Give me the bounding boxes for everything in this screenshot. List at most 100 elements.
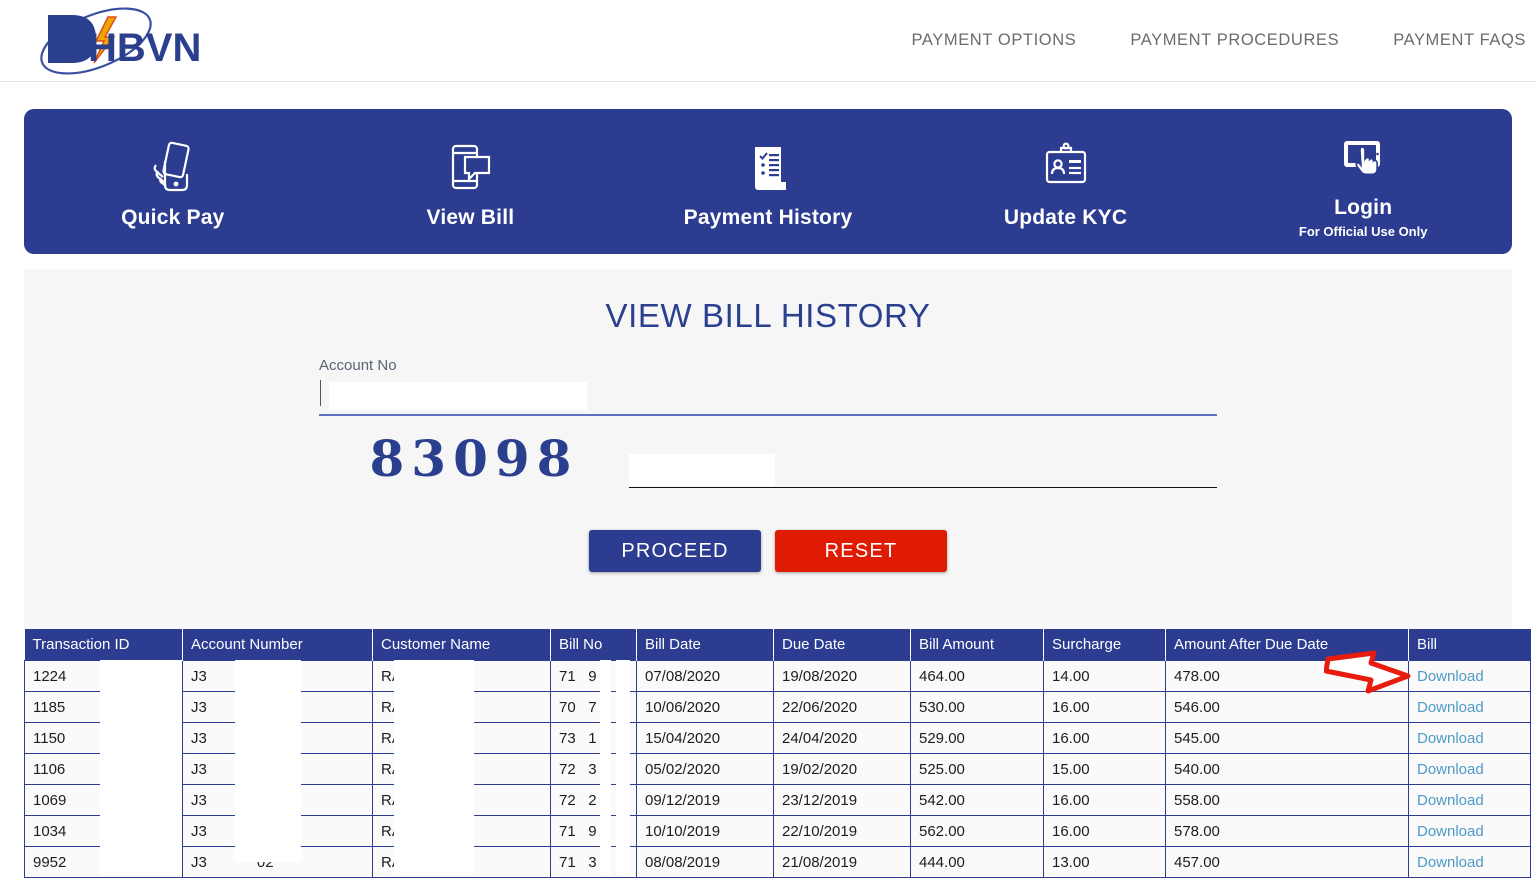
account-no-input[interactable] (319, 380, 1217, 416)
download-link[interactable]: Download (1417, 730, 1484, 747)
cell-bill-date: 15/04/2020 (636, 722, 774, 754)
bill-history-table-container: Transaction ID Account Number Customer N… (24, 629, 1531, 878)
svg-text:HBVN: HBVN (88, 26, 201, 70)
cell-value-suffix: 02 (256, 760, 274, 778)
proceed-button[interactable]: PROCEED (589, 530, 761, 572)
cell-account-number: J3 02 (182, 691, 373, 723)
dhbvn-logo[interactable]: HBVN (20, 1, 240, 81)
cell-transaction-id: 1224 (24, 660, 183, 692)
cell-bill-no: 73 1 (550, 722, 637, 754)
cell-value-masked (576, 823, 589, 840)
download-link[interactable]: Download (1417, 668, 1484, 685)
table-header: Transaction ID Account Number Customer N… (24, 629, 1531, 661)
cell-bill-download: Download (1408, 846, 1531, 878)
cell-bill-no: 70 7 (550, 691, 637, 723)
cell-value-masked (576, 699, 589, 716)
cell-value-masked (207, 668, 257, 685)
cell-bill-amount: 444.00 (910, 846, 1044, 878)
cell-amount-after-due: 558.00 (1165, 784, 1409, 816)
cell-value-suffix: 3 (588, 853, 597, 871)
cell-amount-after-due: 546.00 (1165, 691, 1409, 723)
download-link[interactable]: Download (1417, 699, 1484, 716)
cell-bill-download: Download (1408, 660, 1531, 692)
cell-amount-after-due: 540.00 (1165, 753, 1409, 785)
primary-navigation: PAYMENT OPTIONS PAYMENT PROCEDURES PAYME… (884, 21, 1536, 60)
table-row: 1224 J3 02 RA 71 9 07/08/2020 19/08/2020 464.0… (24, 660, 1531, 692)
cell-value-masked (576, 730, 589, 747)
table-row: 1185 J3 02 RA 70 7 10/06/2020 22/06/2020 530.0… (24, 691, 1531, 723)
cell-value-suffix: 2 (588, 791, 597, 809)
cell-surcharge: 16.00 (1043, 722, 1166, 754)
hand-holding-phone-icon (152, 140, 194, 194)
nav-payment-procedures[interactable]: PAYMENT PROCEDURES (1103, 21, 1366, 60)
service-payment-history[interactable]: Payment History (619, 109, 917, 254)
cell-value-prefix: 72 (559, 760, 576, 778)
cell-account-number: J3 02 (182, 815, 373, 847)
col-bill-date: Bill Date (636, 629, 774, 661)
cell-bill-download: Download (1408, 691, 1531, 723)
download-link[interactable]: Download (1417, 823, 1484, 840)
cell-value-suffix: 02 (256, 667, 274, 685)
cell-value-prefix: 72 (559, 791, 576, 809)
service-login[interactable]: Login For Official Use Only (1214, 109, 1512, 254)
service-sublabel: For Official Use Only (1298, 224, 1428, 239)
cell-bill-no: 71 9 (550, 660, 637, 692)
captcha-input[interactable] (629, 454, 1217, 488)
service-update-kyc[interactable]: Update KYC (917, 109, 1215, 254)
page-title: VIEW BILL HISTORY (605, 297, 931, 334)
download-link[interactable]: Download (1417, 854, 1484, 871)
col-transaction-id: Transaction ID (24, 629, 183, 661)
phone-message-icon (447, 140, 493, 194)
service-view-bill[interactable]: View Bill (322, 109, 620, 254)
cell-value-masked (207, 761, 257, 778)
cell-due-date: 21/08/2019 (773, 846, 911, 878)
cell-bill-date: 10/06/2020 (636, 691, 774, 723)
table-row: 9952 J3 02 RA 71 3 08/08/2019 21/08/2019 444.0… (24, 846, 1531, 878)
service-quick-pay[interactable]: Quick Pay (24, 109, 322, 254)
cell-account-number: J3 02 (182, 846, 373, 878)
download-link[interactable]: Download (1417, 761, 1484, 778)
cell-value-suffix: 9 (588, 822, 597, 840)
cell-account-number: J3 02 (182, 753, 373, 785)
cell-surcharge: 16.00 (1043, 691, 1166, 723)
cell-amount-after-due: 478.00 (1165, 660, 1409, 692)
service-label: View Bill (426, 205, 515, 229)
cell-bill-amount: 530.00 (910, 691, 1044, 723)
cell-transaction-id: 9952 (24, 846, 183, 878)
account-no-label: Account No (319, 357, 397, 374)
table-row: 1150 J3 02 RA 73 1 15/04/2020 24/04/2020 529.0… (24, 722, 1531, 754)
cell-transaction-id: 1069 (24, 784, 183, 816)
service-label: Login (1334, 196, 1393, 219)
cell-amount-after-due: 578.00 (1165, 815, 1409, 847)
nav-payment-faqs[interactable]: PAYMENT FAQS (1366, 21, 1536, 60)
cell-value-masked (207, 730, 257, 747)
cell-value-suffix: 1 (588, 729, 597, 747)
cell-customer-name: RA (372, 846, 551, 878)
nav-payment-options[interactable]: PAYMENT OPTIONS (884, 21, 1103, 60)
id-card-clipboard-icon (1041, 140, 1091, 194)
form-actions: PROCEED RESET (319, 530, 1217, 602)
service-label: Update KYC (1003, 205, 1128, 229)
cell-transaction-id: 1185 (24, 691, 183, 723)
cell-customer-name: RA (372, 660, 551, 692)
cell-bill-date: 10/10/2019 (636, 815, 774, 847)
cell-surcharge: 16.00 (1043, 815, 1166, 847)
cell-account-number: J3 02 (182, 722, 373, 754)
cell-due-date: 22/10/2019 (773, 815, 911, 847)
cell-customer-name: RA (372, 691, 551, 723)
cell-bill-amount: 562.00 (910, 815, 1044, 847)
cell-value-prefix: 73 (559, 729, 576, 747)
cell-value-masked (576, 668, 589, 685)
cell-bill-download: Download (1408, 722, 1531, 754)
cell-transaction-id: 1150 (24, 722, 183, 754)
cell-value-suffix: 02 (256, 698, 274, 716)
reset-button[interactable]: RESET (775, 530, 947, 572)
cell-bill-download: Download (1408, 753, 1531, 785)
bill-history-panel: VIEW BILL HISTORY Account No 83098 PROCE… (24, 269, 1512, 629)
download-link[interactable]: Download (1417, 792, 1484, 809)
cell-bill-date: 07/08/2020 (636, 660, 774, 692)
cell-bill-date: 09/12/2019 (636, 784, 774, 816)
cell-bill-date: 05/02/2020 (636, 753, 774, 785)
cell-bill-amount: 525.00 (910, 753, 1044, 785)
cell-value-prefix: J3 (191, 822, 207, 840)
